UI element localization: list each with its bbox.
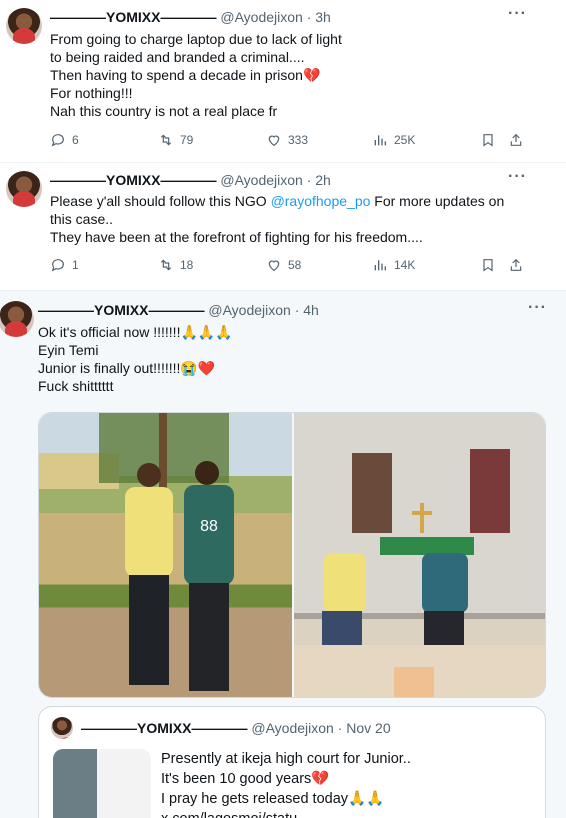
- retweet-count: 18: [180, 258, 194, 272]
- photo-illustration: [294, 449, 545, 697]
- photo-two-men-outdoors[interactable]: 88: [39, 413, 292, 697]
- reply-count: 1: [72, 258, 79, 272]
- quote-text: Presently at ikeja high court for Junior…: [161, 749, 411, 818]
- views-button[interactable]: 25K: [372, 132, 415, 148]
- retweet-button[interactable]: 18: [158, 257, 193, 273]
- tweet-line: For nothing!!!: [50, 85, 133, 101]
- tweet-text-segment: For more updates on: [370, 193, 505, 209]
- user-handle[interactable]: @Ayodejixon: [220, 9, 302, 25]
- tweet-line: to being raided and branded a criminal..…: [50, 49, 305, 65]
- reply-count: 6: [72, 133, 79, 147]
- bookmark-button[interactable]: [480, 132, 496, 148]
- avatar: [51, 717, 73, 739]
- avatar[interactable]: [6, 171, 42, 207]
- tweet-text: Please y'all should follow this NGO @ray…: [50, 192, 504, 246]
- timestamp: · Nov 20: [337, 720, 391, 736]
- tweet-header: ————YOMIXX———— @Ayodejixon · 4h: [38, 302, 319, 318]
- bookmark-button[interactable]: [480, 257, 496, 273]
- share-icon: [510, 258, 522, 271]
- more-icon[interactable]: ···: [528, 299, 547, 317]
- quote-line: I pray he gets released today🙏🙏: [161, 791, 385, 807]
- display-name[interactable]: ————YOMIXX————: [50, 9, 216, 25]
- retweet-count: 79: [180, 133, 194, 147]
- tweet-1[interactable]: ————YOMIXX———— @Ayodejixon · 3h ··· From…: [0, 0, 566, 162]
- like-count: 333: [288, 133, 309, 147]
- avatar[interactable]: [6, 8, 42, 44]
- tweet-line: Nah this country is not a real place fr: [50, 103, 278, 119]
- tweet-line: this case..: [50, 211, 114, 227]
- quote-line: Presently at ikeja high court for Junior…: [161, 751, 411, 767]
- retweet-button[interactable]: 79: [158, 132, 193, 148]
- tweet-header: ————YOMIXX———— @Ayodejixon · 3h: [50, 9, 331, 25]
- quote-line: It's been 10 good years💔: [161, 771, 330, 787]
- tweet-line: Eyin Temi: [38, 342, 99, 358]
- views-icon: [374, 260, 386, 271]
- tweet-text-segment: Please y'all should follow this NGO: [50, 193, 271, 209]
- views-icon: [374, 135, 386, 146]
- retweet-icon: [160, 134, 172, 146]
- tweet-line: Junior is finally out!!!!!!!😭❤️: [38, 360, 216, 376]
- view-count: 25K: [394, 133, 416, 147]
- tweet-separator: [0, 278, 566, 290]
- photo-men-kneeling-at-altar[interactable]: [294, 413, 545, 697]
- tweet-line: They have been at the forefront of fight…: [50, 229, 423, 245]
- heart-icon: [268, 135, 280, 147]
- reply-icon: [51, 134, 64, 147]
- tweet-line: Fuck shitttttt: [38, 378, 114, 394]
- views-button[interactable]: 14K: [372, 257, 415, 273]
- display-name[interactable]: ————YOMIXX————: [38, 302, 204, 318]
- shirt-text: 88: [200, 518, 218, 535]
- tweet-line: From going to charge laptop due to lack …: [50, 31, 342, 47]
- photo-illustration: 88: [39, 413, 234, 691]
- bookmark-icon: [483, 259, 493, 272]
- reply-button[interactable]: 1: [50, 257, 79, 273]
- quote-link[interactable]: x.com/lagosmoi/statu...: [161, 809, 411, 818]
- quote-media-thumbnail: [53, 749, 151, 818]
- tweet-text: Ok it's official now !!!!!!!🙏🙏🙏 Eyin Tem…: [38, 323, 233, 395]
- like-button[interactable]: 58: [266, 257, 301, 273]
- quote-header: ————YOMIXX———— @Ayodejixon · Nov 20: [81, 720, 391, 736]
- quoted-tweet[interactable]: ————YOMIXX———— @Ayodejixon · Nov 20 Pres…: [38, 706, 546, 818]
- share-icon: [510, 133, 522, 146]
- like-button[interactable]: 333: [266, 132, 308, 148]
- reply-button[interactable]: 6: [50, 132, 79, 148]
- timestamp[interactable]: · 4h: [295, 302, 319, 318]
- user-handle[interactable]: @Ayodejixon: [208, 302, 290, 318]
- more-icon[interactable]: ···: [508, 168, 527, 186]
- timestamp[interactable]: · 3h: [307, 9, 331, 25]
- avatar[interactable]: [0, 301, 34, 337]
- mention-link[interactable]: @rayofhope_po: [271, 193, 371, 209]
- display-name: ————YOMIXX————: [81, 720, 248, 736]
- view-count: 14K: [394, 258, 416, 272]
- action-bar: 6 79 333 25K: [50, 132, 530, 152]
- tweet-line: Ok it's official now !!!!!!!🙏🙏🙏: [38, 324, 233, 340]
- timestamp[interactable]: · 2h: [307, 172, 331, 188]
- retweet-icon: [160, 259, 172, 271]
- action-bar: 1 18 58 14K: [50, 257, 530, 277]
- user-handle: @Ayodejixon: [251, 720, 334, 736]
- share-button[interactable]: [508, 132, 524, 148]
- media-grid[interactable]: 88: [38, 412, 546, 698]
- user-handle[interactable]: @Ayodejixon: [220, 172, 302, 188]
- more-icon[interactable]: ···: [508, 5, 527, 23]
- reply-icon: [51, 259, 64, 272]
- tweet-text: From going to charge laptop due to lack …: [50, 30, 342, 120]
- tweet-line: Then having to spend a decade in prison💔: [50, 67, 321, 83]
- tweet-line: Please y'all should follow this NGO @ray…: [50, 192, 504, 210]
- heart-icon: [268, 260, 280, 272]
- tweet-2[interactable]: ————YOMIXX———— @Ayodejixon · 2h ··· Plea…: [0, 162, 566, 278]
- like-count: 58: [288, 258, 302, 272]
- tweet-header: ————YOMIXX———— @Ayodejixon · 2h: [50, 172, 331, 188]
- share-button[interactable]: [508, 257, 524, 273]
- display-name[interactable]: ————YOMIXX————: [50, 172, 216, 188]
- bookmark-icon: [483, 134, 493, 147]
